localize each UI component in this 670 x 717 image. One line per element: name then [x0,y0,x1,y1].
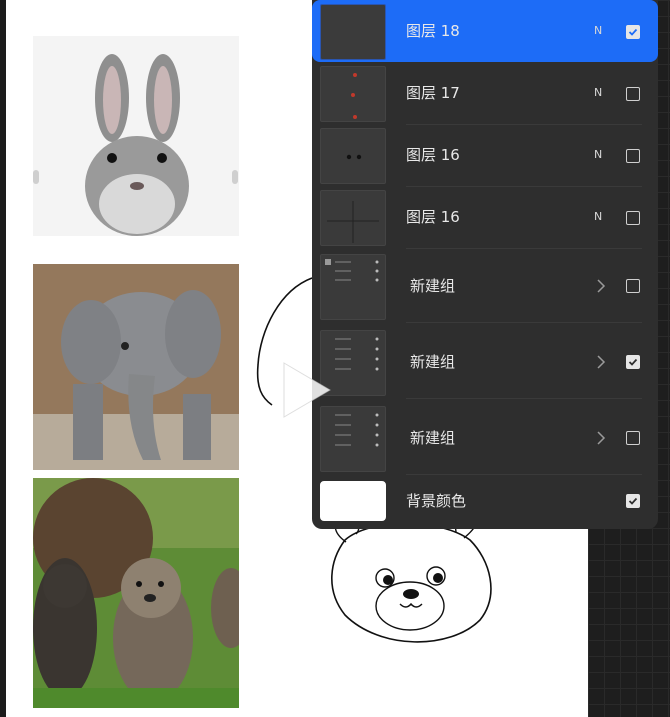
layer-visibility-checkbox[interactable] [626,87,640,101]
layer-name: 图层 18 [406,22,460,40]
layer-row-16a[interactable]: 图层 16 N [312,124,658,186]
check-icon [628,358,638,366]
group-name: 新建组 [410,277,456,295]
blend-mode-label[interactable]: N [594,124,602,186]
group-row-2[interactable]: 新建组 [312,326,658,398]
blend-mode-label[interactable]: N [594,62,602,124]
row-divider [406,322,642,323]
chevron-right-icon[interactable] [594,277,608,295]
group-visibility-checkbox[interactable] [626,355,640,369]
layer-name: 图层 17 [406,84,460,102]
check-icon [628,28,638,36]
layer-row-16b[interactable]: 图层 16 N [312,186,658,248]
reference-image-bear-cubs[interactable] [33,478,239,708]
layer-row-18[interactable]: 图层 18 N [312,0,658,62]
row-divider [406,398,642,399]
group-visibility-checkbox[interactable] [626,431,640,445]
layer-thumbnail [320,66,386,122]
group-visibility-checkbox[interactable] [626,279,640,293]
background-color-row[interactable]: 背景颜色 [312,476,658,526]
layer-thumbnail [320,4,386,60]
blend-mode-label[interactable]: N [594,186,602,248]
play-icon[interactable] [268,355,338,425]
chevron-right-icon[interactable] [594,353,608,371]
group-thumbnail [320,254,386,320]
scroll-indicator-right [232,170,238,184]
group-name: 新建组 [410,429,456,447]
layer-visibility-checkbox[interactable] [626,149,640,163]
layer-visibility-checkbox[interactable] [626,211,640,225]
reference-image-elephant[interactable] [33,264,239,470]
background-color-swatch[interactable] [320,481,386,521]
layer-name: 背景颜色 [406,492,467,510]
layer-row-17[interactable]: 图层 17 N [312,62,658,124]
layers-panel: 图层 18 N 图层 17 N 图层 16 N 图层 16 N 新建组 新建组 … [312,0,658,529]
chevron-right-icon[interactable] [594,429,608,447]
blend-mode-label[interactable]: N [594,0,602,62]
row-divider [406,474,642,475]
layer-visibility-checkbox[interactable] [626,25,640,39]
background-visibility-checkbox[interactable] [626,494,640,508]
layer-thumbnail [320,190,386,246]
group-name: 新建组 [410,353,456,371]
check-icon [628,497,638,505]
reference-image-rabbit[interactable] [33,36,239,236]
scroll-indicator-left [33,170,39,184]
row-divider [406,248,642,249]
layer-thumbnail [320,128,386,184]
group-row-3[interactable]: 新建组 [312,402,658,474]
group-row-1[interactable]: 新建组 [312,250,658,322]
layer-name: 图层 16 [406,146,460,164]
layer-name: 图层 16 [406,208,460,226]
